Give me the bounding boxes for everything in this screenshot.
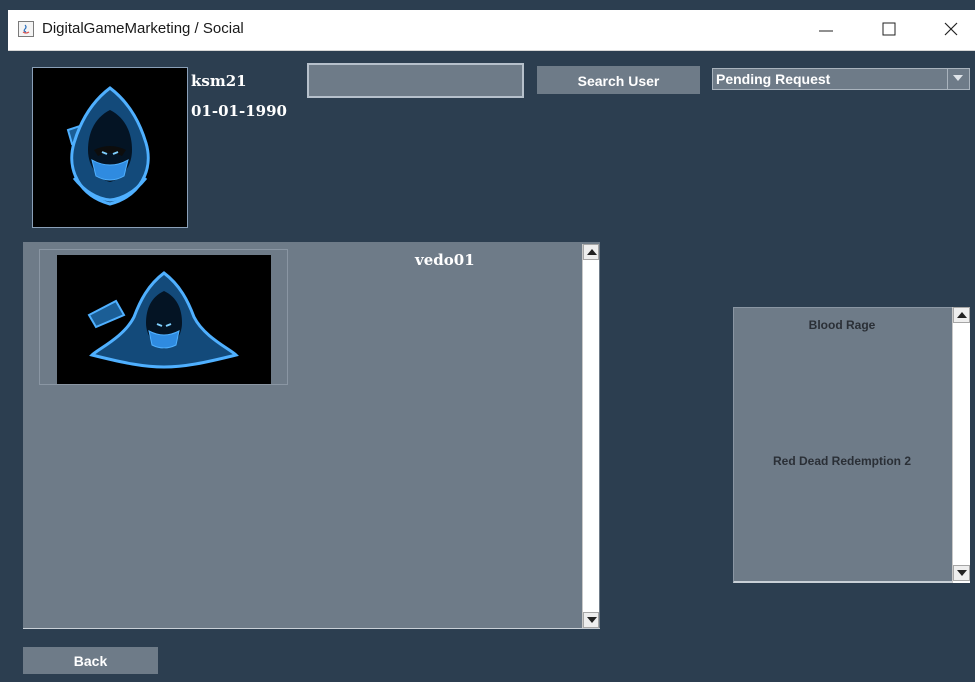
- scrollbar-track[interactable]: [585, 262, 597, 610]
- chevron-down-icon: [957, 570, 967, 576]
- chevron-up-icon: [587, 249, 597, 255]
- back-button[interactable]: Back: [23, 647, 158, 674]
- profile-username: ksm21: [191, 72, 247, 90]
- hooded-figure-avatar-icon: [87, 271, 239, 369]
- list-item[interactable]: [39, 249, 288, 385]
- request-filter-value: Pending Request: [716, 71, 831, 87]
- scroll-up-button[interactable]: [953, 307, 970, 323]
- game-list-item[interactable]: Red Dead Redemption 2: [734, 454, 950, 468]
- minimize-button[interactable]: [803, 10, 849, 50]
- request-filter-select[interactable]: Pending Request: [712, 68, 970, 90]
- chevron-down-icon: [953, 75, 963, 81]
- chevron-down-icon: [587, 617, 597, 623]
- chevron-up-icon: [957, 312, 967, 318]
- scrollbar-track[interactable]: [955, 325, 968, 565]
- minimize-icon: [819, 30, 833, 32]
- maximize-icon: [882, 22, 896, 36]
- search-input[interactable]: [307, 63, 524, 98]
- games-panel-scrollbar[interactable]: [952, 307, 970, 583]
- scroll-down-button[interactable]: [953, 565, 970, 581]
- scroll-down-button[interactable]: [583, 612, 599, 628]
- dropdown-arrow-button[interactable]: [947, 69, 969, 89]
- maximize-button[interactable]: [866, 10, 912, 50]
- java-icon: [18, 21, 34, 37]
- games-list-panel: Blood Rage Red Dead Redemption 2: [733, 307, 970, 583]
- window-titlebar: DigitalGameMarketing / Social: [8, 10, 975, 51]
- user-panel-scrollbar[interactable]: [582, 244, 599, 628]
- profile-birthdate: 01-01-1990: [191, 102, 287, 120]
- window-title: DigitalGameMarketing / Social: [42, 20, 244, 37]
- scroll-up-button[interactable]: [583, 244, 599, 260]
- hooded-figure-avatar-icon: [66, 86, 150, 206]
- close-button[interactable]: [928, 10, 974, 50]
- user-results-panel: vedo01: [23, 242, 600, 629]
- list-item-username: vedo01: [415, 251, 475, 269]
- search-user-button[interactable]: Search User: [537, 66, 700, 94]
- game-list-item[interactable]: Blood Rage: [734, 318, 950, 332]
- profile-avatar: [32, 67, 188, 228]
- user-avatar: [57, 255, 271, 384]
- close-icon: [944, 22, 958, 36]
